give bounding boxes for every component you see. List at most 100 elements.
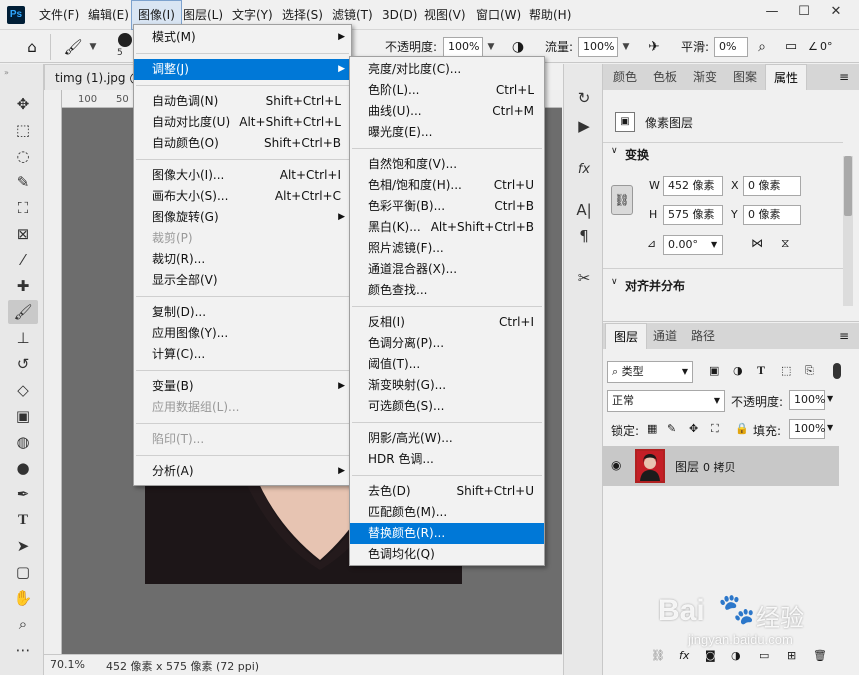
y-input[interactable]: 0 像素: [743, 205, 801, 225]
add-mask-icon[interactable]: ◙: [705, 649, 716, 662]
chevron-down-icon[interactable]: ▼: [619, 37, 633, 57]
adjust-menu-item[interactable]: 黑白(K)... Alt+Shift+Ctrl+B: [350, 217, 544, 238]
lock-pixels-icon[interactable]: ✎: [667, 422, 676, 435]
menu-3d[interactable]: 3D(D): [376, 0, 423, 30]
stamp-tool-icon[interactable]: ⊥: [8, 326, 38, 350]
adjust-menu-item[interactable]: 色相/饱和度(H)... Ctrl+U: [350, 175, 544, 196]
image-menu-item[interactable]: 模式(M) ▶: [134, 27, 351, 48]
adjust-menu-item[interactable]: 替换颜色(R)...: [350, 523, 544, 544]
chevron-down-icon[interactable]: ▼: [484, 37, 498, 57]
image-menu-item[interactable]: 自动色调(N) Shift+Ctrl+L: [134, 91, 351, 112]
tab-paths[interactable]: 路径: [683, 323, 723, 349]
lock-artboard-icon[interactable]: ⛶: [711, 422, 719, 436]
dodge-tool-icon[interactable]: ●: [8, 456, 38, 480]
width-input[interactable]: 452 像素: [663, 176, 723, 196]
eraser-tool-icon[interactable]: ◇: [8, 378, 38, 402]
menu-view[interactable]: 视图(V): [418, 0, 472, 30]
adjust-menu-item[interactable]: 色调均化(Q): [350, 544, 544, 565]
fill-input[interactable]: 100%: [789, 419, 825, 439]
adjust-menu-item[interactable]: 自然饱和度(V)...: [350, 154, 544, 175]
panel-menu-icon[interactable]: ≡: [839, 70, 849, 84]
adjust-menu-item[interactable]: 色彩平衡(B)... Ctrl+B: [350, 196, 544, 217]
image-menu-item[interactable]: 变量(B) ▶: [134, 376, 351, 397]
zoom-tool-icon[interactable]: ⌕: [8, 612, 38, 636]
blur-tool-icon[interactable]: ◍: [8, 430, 38, 454]
chevron-down-icon[interactable]: ∨: [611, 146, 618, 156]
lock-position-icon[interactable]: ✥: [689, 422, 698, 435]
close-icon[interactable]: ✕: [822, 0, 850, 24]
link-icon[interactable]: ⛓: [611, 185, 633, 215]
flow-input[interactable]: 100%: [578, 37, 618, 57]
group-folder-icon[interactable]: ▭: [759, 649, 769, 662]
fx-icon[interactable]: fx: [679, 649, 689, 662]
healing-tool-icon[interactable]: ✚: [8, 274, 38, 298]
adjust-menu-item[interactable]: 阴影/高光(W)...: [350, 428, 544, 449]
crop-tool-icon[interactable]: ⛶: [8, 196, 38, 220]
search-icon[interactable]: ⌕: [753, 37, 771, 57]
adjust-menu-item[interactable]: 亮度/对比度(C)...: [350, 59, 544, 80]
image-menu-item[interactable]: 显示全部(V): [134, 270, 351, 291]
image-menu-item[interactable]: 自动对比度(U) Alt+Shift+Ctrl+L: [134, 112, 351, 133]
chevron-down-icon[interactable]: ▼: [711, 240, 717, 249]
adjust-menu-item[interactable]: 渐变映射(G)...: [350, 375, 544, 396]
zoom-level[interactable]: 70.1%: [50, 658, 85, 671]
move-tool-icon[interactable]: ✥: [8, 92, 38, 116]
layer-opacity-input[interactable]: 100%: [789, 390, 825, 410]
maximize-icon[interactable]: ☐: [790, 0, 818, 24]
eyedropper-tool-icon[interactable]: ⁄: [8, 248, 38, 272]
frame-tool-icon[interactable]: ⊠: [8, 222, 38, 246]
shape-tool-icon[interactable]: ▢: [8, 560, 38, 584]
delete-layer-icon[interactable]: 🗑: [813, 649, 827, 662]
menu-file[interactable]: 文件(F): [33, 0, 85, 30]
adjust-menu-item[interactable]: 照片滤镜(F)...: [350, 238, 544, 259]
image-menu-item[interactable]: 调整(J) ▶: [134, 59, 351, 80]
adjust-menu-item[interactable]: 通道混合器(X)...: [350, 259, 544, 280]
minimize-icon[interactable]: —: [758, 0, 786, 24]
flip-horizontal-icon[interactable]: ⋈: [751, 236, 763, 250]
image-menu-item[interactable]: 计算(C)...: [134, 344, 351, 365]
image-menu-item[interactable]: 图像大小(I)... Alt+Ctrl+I: [134, 165, 351, 186]
smoothing-input[interactable]: 0%: [714, 37, 748, 57]
paragraph-icon[interactable]: ¶: [572, 224, 596, 248]
home-icon[interactable]: ⌂: [22, 37, 42, 57]
lock-transparent-icon[interactable]: ▦: [647, 422, 657, 435]
character-icon[interactable]: A|: [572, 198, 596, 222]
panel-menu-icon[interactable]: ≡: [839, 329, 849, 343]
visibility-eye-icon[interactable]: ◉: [611, 458, 621, 472]
layer-name[interactable]: 图层: [675, 458, 699, 475]
fx-icon[interactable]: fx: [572, 158, 596, 182]
menu-window[interactable]: 窗口(W): [470, 0, 527, 30]
flip-vertical-icon[interactable]: ⧖: [781, 236, 789, 251]
adjust-menu-item[interactable]: 颜色查找...: [350, 280, 544, 301]
airbrush-icon[interactable]: ✈: [644, 37, 664, 57]
adjust-menu-item[interactable]: 色调分离(P)...: [350, 333, 544, 354]
chevron-down-icon[interactable]: ▼: [86, 37, 100, 57]
more-tools-icon[interactable]: ⋯: [8, 638, 38, 662]
smart-object-filter-icon[interactable]: ⎘: [805, 364, 814, 378]
path-select-tool-icon[interactable]: ➤: [8, 534, 38, 558]
image-menu-item[interactable]: 分析(A) ▶: [134, 461, 351, 482]
tab-patterns[interactable]: 图案: [725, 64, 765, 90]
pen-tool-icon[interactable]: ✒: [8, 482, 38, 506]
adjust-menu-item[interactable]: 去色(D) Shift+Ctrl+U: [350, 481, 544, 502]
tab-swatches[interactable]: 色板: [645, 64, 685, 90]
height-input[interactable]: 575 像素: [663, 205, 723, 225]
tab-color[interactable]: 颜色: [605, 64, 645, 90]
collapse-icon[interactable]: »: [4, 68, 9, 77]
blend-mode-select[interactable]: 正常 ▼: [607, 390, 725, 412]
image-menu-item[interactable]: 画布大小(S)... Alt+Ctrl+C: [134, 186, 351, 207]
image-menu-item[interactable]: 复制(D)...: [134, 302, 351, 323]
opacity-input[interactable]: 100%: [443, 37, 483, 57]
chevron-down-icon[interactable]: ▼: [827, 423, 833, 432]
adjust-menu-item[interactable]: 反相(I) Ctrl+I: [350, 312, 544, 333]
image-menu-item[interactable]: 图像旋转(G) ▶: [134, 207, 351, 228]
marquee-tool-icon[interactable]: ⬚: [8, 118, 38, 142]
filter-toggle-icon[interactable]: [833, 363, 841, 379]
quick-select-tool-icon[interactable]: ✎: [8, 170, 38, 194]
type-tool-icon[interactable]: T: [8, 508, 38, 532]
type-filter-icon[interactable]: T: [757, 363, 765, 378]
hand-tool-icon[interactable]: ✋: [8, 586, 38, 610]
gradient-tool-icon[interactable]: ▣: [8, 404, 38, 428]
x-input[interactable]: 0 像素: [743, 176, 801, 196]
menu-help[interactable]: 帮助(H): [523, 0, 577, 30]
